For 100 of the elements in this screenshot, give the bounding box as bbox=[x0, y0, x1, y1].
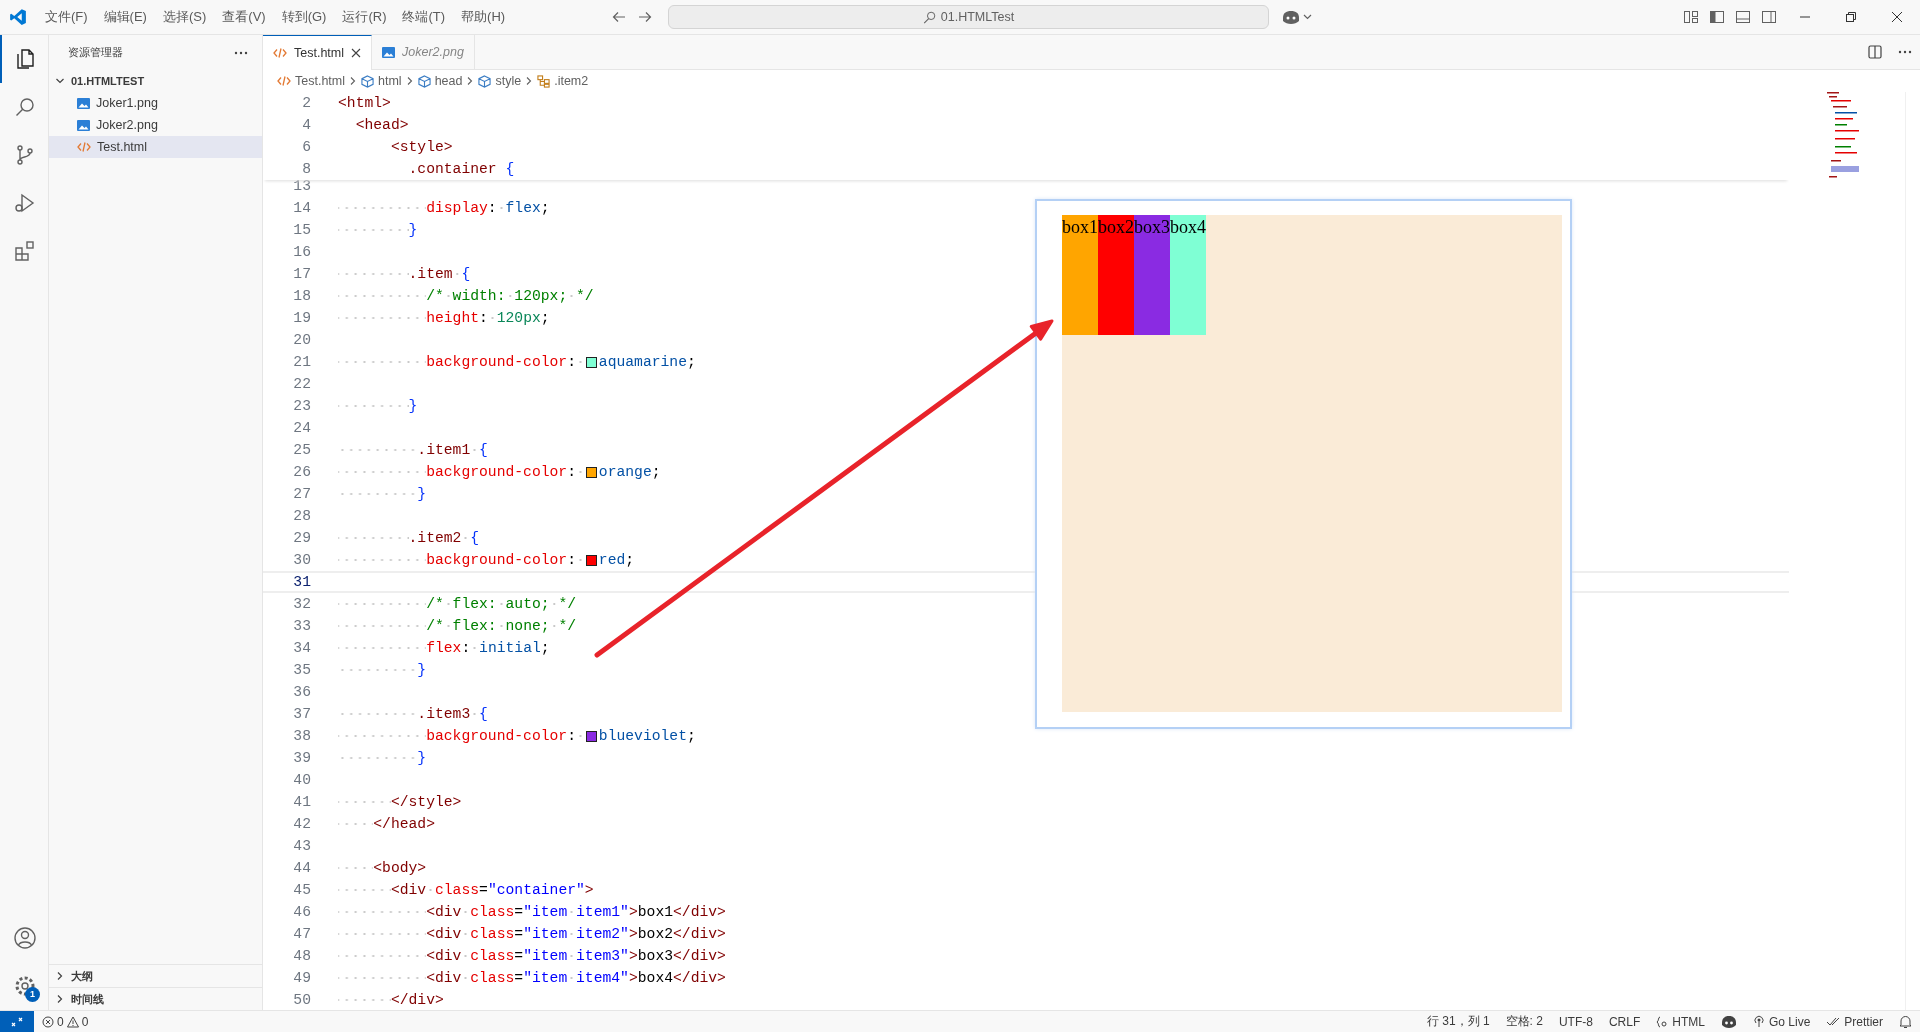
line-number: 27 bbox=[292, 486, 311, 502]
color-swatch[interactable] bbox=[585, 466, 597, 478]
code-line: <div class="item item3">box3</div> bbox=[338, 948, 726, 964]
line-number: 17 bbox=[292, 266, 311, 282]
code-line: height: 120px; bbox=[338, 310, 550, 326]
code-line: <style> bbox=[389, 139, 453, 155]
line-number: 40 bbox=[292, 772, 311, 788]
line-number: 15 bbox=[292, 222, 311, 238]
code-line: .container { bbox=[407, 161, 515, 177]
image-file-icon bbox=[382, 46, 395, 58]
code-line: <head> bbox=[354, 117, 409, 133]
code-line: } bbox=[338, 486, 427, 502]
code-line: background-color: bbox=[338, 552, 585, 568]
breadcrumb-item[interactable]: Test.html bbox=[277, 74, 345, 88]
prettier-button[interactable]: Prettier bbox=[1818, 1014, 1891, 1029]
breadcrumb-item[interactable]: head bbox=[417, 74, 463, 88]
double-check-icon bbox=[1826, 1016, 1841, 1027]
image-file-icon bbox=[77, 119, 90, 131]
remote-button[interactable] bbox=[0, 1011, 34, 1032]
status-item[interactable]: CRLF bbox=[1600, 1014, 1649, 1029]
code-line: <div class="container"> bbox=[338, 882, 594, 898]
line-number: 43 bbox=[292, 838, 311, 854]
go-live-button[interactable]: Go Live bbox=[1744, 1014, 1819, 1029]
line-number: 14 bbox=[292, 200, 311, 216]
line-number: 49 bbox=[292, 970, 311, 986]
status-item[interactable]: 空格: 2 bbox=[1497, 1013, 1551, 1030]
menu-item[interactable]: 运行(R) bbox=[334, 8, 395, 26]
split-editor-icon[interactable] bbox=[1868, 45, 1882, 59]
more-icon[interactable] bbox=[1898, 50, 1912, 54]
line-number: 35 bbox=[292, 662, 311, 678]
breadcrumb-item[interactable]: .item2 bbox=[537, 74, 589, 88]
code-line: display: flex; bbox=[338, 200, 550, 216]
restore-icon[interactable] bbox=[1845, 11, 1857, 23]
panel-toggle-icon[interactable] bbox=[1735, 9, 1751, 25]
problems-button[interactable]: 0 0 bbox=[34, 1014, 97, 1029]
menu-item[interactable]: 文件(F) bbox=[37, 8, 96, 26]
secondary-sidebar-icon[interactable] bbox=[1761, 9, 1777, 25]
image-file-icon bbox=[77, 97, 90, 109]
sidebar-toggle-icon[interactable] bbox=[1709, 9, 1725, 25]
close-icon[interactable] bbox=[1891, 11, 1903, 23]
layout-icon[interactable] bbox=[1683, 9, 1699, 25]
breadcrumb-item[interactable]: html bbox=[361, 74, 402, 88]
file-item[interactable]: Joker1.png bbox=[49, 92, 262, 114]
chevron-icon bbox=[405, 76, 414, 86]
line-number: 42 bbox=[292, 816, 311, 832]
menu-item[interactable]: 转到(G) bbox=[273, 8, 335, 26]
color-swatch[interactable] bbox=[585, 554, 597, 566]
color-swatch[interactable] bbox=[585, 356, 597, 368]
notification-badge: 1 bbox=[25, 987, 40, 1002]
menu-item[interactable]: 终端(T) bbox=[394, 8, 454, 26]
line-number: 39 bbox=[292, 750, 311, 766]
menu-item[interactable]: 编辑(E) bbox=[95, 8, 155, 26]
error-icon bbox=[42, 1015, 54, 1028]
code-line: <div class="item item1">box1</div> bbox=[338, 904, 726, 920]
color-swatch[interactable] bbox=[585, 730, 597, 742]
breadcrumb-item[interactable]: style bbox=[478, 74, 522, 88]
close-icon[interactable] bbox=[351, 48, 361, 58]
line-number: 4 bbox=[301, 117, 311, 133]
file-item[interactable]: Joker2.png bbox=[49, 114, 262, 136]
forward-arrow-icon[interactable] bbox=[637, 9, 653, 25]
section-header[interactable]: 大纲 bbox=[49, 964, 262, 987]
line-number: 34 bbox=[292, 640, 311, 656]
code-file-icon bbox=[277, 76, 291, 86]
code-line: .item3 { bbox=[338, 706, 488, 722]
line-number: 47 bbox=[292, 926, 311, 942]
menu-item[interactable]: 帮助(H) bbox=[453, 8, 514, 26]
editor-tab[interactable]: Joker2.png bbox=[372, 35, 475, 69]
extensions-icon bbox=[13, 239, 37, 263]
code-line: <body> bbox=[338, 860, 427, 876]
file-item[interactable]: Test.html bbox=[49, 136, 262, 158]
account-icon[interactable] bbox=[13, 926, 37, 950]
line-number: 23 bbox=[292, 398, 311, 414]
code-line: aquamarine; bbox=[598, 354, 696, 370]
folder-item[interactable]: 01.HTMLTEST bbox=[49, 70, 262, 92]
line-number: 13 bbox=[292, 178, 311, 194]
back-arrow-icon[interactable] bbox=[611, 9, 627, 25]
chevron-icon bbox=[466, 76, 475, 86]
code-line: background-color: bbox=[338, 728, 585, 744]
line-number: 2 bbox=[301, 95, 311, 111]
flex-item: box2 bbox=[1098, 215, 1134, 335]
language-button[interactable]: HTML bbox=[1648, 1014, 1713, 1029]
bell-icon[interactable] bbox=[1899, 1014, 1912, 1029]
status-item[interactable]: 行 31，列 1 bbox=[1418, 1013, 1498, 1030]
selector-icon bbox=[537, 74, 551, 88]
more-icon[interactable] bbox=[234, 50, 248, 55]
line-number: 41 bbox=[292, 794, 311, 810]
status-item[interactable]: UTF-8 bbox=[1550, 1014, 1601, 1029]
menu-item[interactable]: 选择(S) bbox=[154, 8, 215, 26]
code-line: } bbox=[338, 750, 427, 766]
editor-tab[interactable]: Test.html bbox=[263, 35, 372, 70]
code-line: <html> bbox=[338, 95, 391, 111]
line-number: 44 bbox=[292, 860, 311, 876]
line-number: 31 bbox=[292, 574, 311, 590]
menu-item[interactable]: 查看(V) bbox=[214, 8, 274, 26]
settings-icon[interactable] bbox=[13, 974, 37, 998]
code-line: <div class="item item4">box4</div> bbox=[338, 970, 726, 986]
command-center-field[interactable]: 01.HTMLTest bbox=[668, 5, 1269, 29]
code-line: orange; bbox=[598, 464, 661, 480]
copilot-icon[interactable] bbox=[1720, 1014, 1737, 1029]
copilot-icon[interactable] bbox=[1281, 9, 1313, 25]
